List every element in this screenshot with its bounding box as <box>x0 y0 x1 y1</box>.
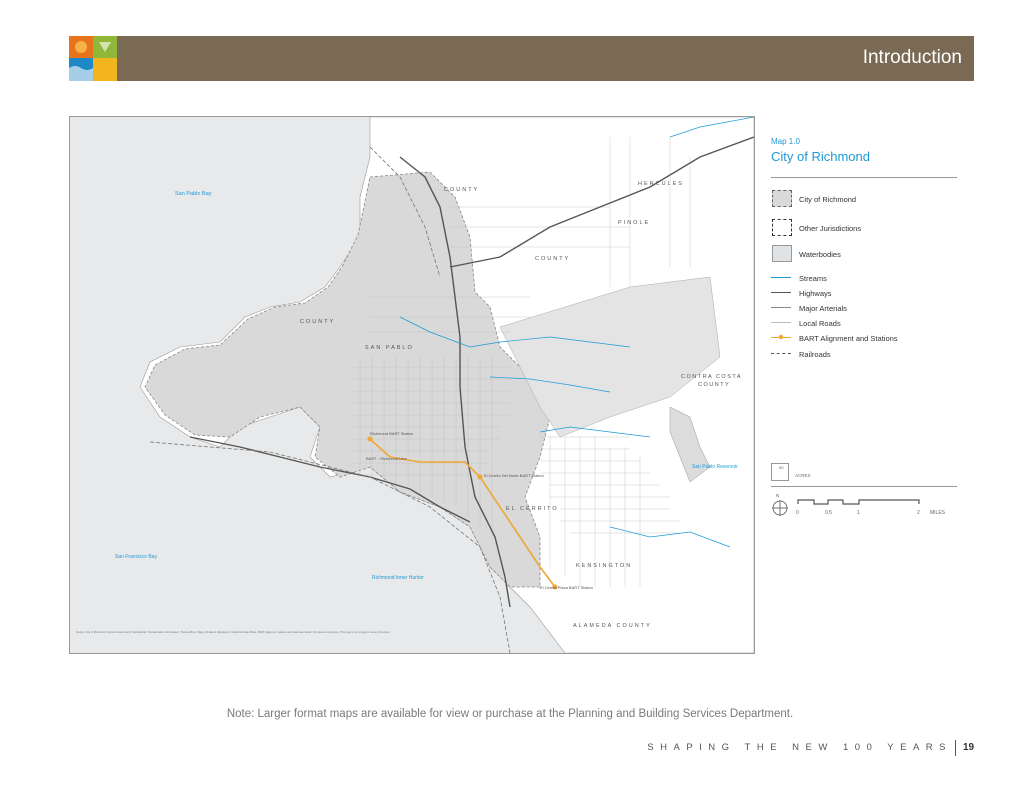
label-san-pablo-bay: San Pablo Bay <box>175 191 212 197</box>
scale-tick-0: 0 <box>796 510 799 516</box>
label-contra-costa-county: COUNTY <box>698 382 730 388</box>
bart-station-icon <box>778 334 784 340</box>
legend-item-label: Waterbodies <box>799 250 841 259</box>
acres-box: 90 <box>771 463 789 481</box>
scale-tick-05: 0.5 <box>825 510 832 516</box>
highways-swatch <box>771 292 791 293</box>
railroads-swatch <box>771 353 791 354</box>
legend-divider <box>771 177 957 178</box>
north-arrow-icon <box>772 500 788 516</box>
city-swatch <box>772 190 792 207</box>
north-label: N <box>776 493 780 498</box>
map-note: Note: Larger format maps are available f… <box>226 708 794 720</box>
footer-title: SHAPING THE NEW 100 YEARS <box>647 742 952 753</box>
footer-divider <box>955 740 956 756</box>
label-county-3: COUNTY <box>300 319 335 325</box>
legend-item-label: Railroads <box>799 350 831 359</box>
page-title: Introduction <box>862 47 962 68</box>
arterials-swatch <box>771 307 791 308</box>
label-kensington: KENSINGTON <box>576 563 632 569</box>
label-sf-bay: San Francisco Bay <box>115 554 157 560</box>
legend-item-label: Highways <box>799 289 832 298</box>
legend-item-label: City of Richmond <box>799 195 857 204</box>
label-alameda-county: ALAMEDA COUNTY <box>573 623 652 629</box>
legend-item-label: Major Arterials <box>799 304 847 313</box>
scale-unit: MILES <box>930 510 946 516</box>
label-bart-line: BART - Richmond Line <box>366 456 408 461</box>
streams-swatch <box>771 277 791 278</box>
label-hercules: HERCULES <box>638 181 684 187</box>
acres-value: 90 <box>779 465 784 470</box>
label-richmond-bart: Richmond BART Station <box>370 431 413 436</box>
label-county-1: COUNTY <box>444 187 479 193</box>
legend-title: City of Richmond <box>771 149 870 164</box>
legend-map-number: Map 1.0 <box>771 137 800 146</box>
legend-item-label: Local Roads <box>799 319 841 328</box>
label-inner-harbor: Richmond Inner Harbor <box>372 575 424 581</box>
city-logo <box>69 36 117 81</box>
label-pinole: PINOLE <box>618 220 650 226</box>
header-bar: Introduction <box>117 36 974 81</box>
legend-divider <box>771 486 957 487</box>
label-plaza-bart: El Cerrito Plaza BART Station <box>540 585 593 590</box>
label-el-cerrito: EL CERRITO <box>506 506 559 512</box>
label-del-norte-bart: El Cerrito Del Norte BART Station <box>484 473 544 478</box>
label-san-pablo: SAN PABLO <box>365 345 414 351</box>
legend-item-label: Other Jurisdictions <box>799 224 862 233</box>
label-san-pablo-reservoir: San Pablo Reservoir <box>692 464 738 470</box>
label-county-2: COUNTY <box>535 256 570 262</box>
map-legend: Map 1.0 City of Richmond City of Richmon… <box>763 116 973 652</box>
scale-tick-2: 2 <box>917 510 920 516</box>
map-source-note: Source: City of Richmond; Contra Costa C… <box>76 630 391 634</box>
legend-item-label: BART Alignment and Stations <box>799 334 898 343</box>
richmond-map: San Pablo Bay HERCULES PINOLE COUNTY COU… <box>69 116 755 654</box>
local-roads-swatch <box>771 322 791 323</box>
label-contra-costa: CONTRA COSTA <box>681 374 742 380</box>
waterbodies-swatch <box>772 245 792 262</box>
page-number: 19 <box>963 742 975 753</box>
legend-item-label: Streams <box>799 274 827 283</box>
acres-label: ACRES <box>795 473 811 478</box>
scale-tick-1: 1 <box>857 510 860 516</box>
jurisdictions-swatch <box>772 219 792 236</box>
